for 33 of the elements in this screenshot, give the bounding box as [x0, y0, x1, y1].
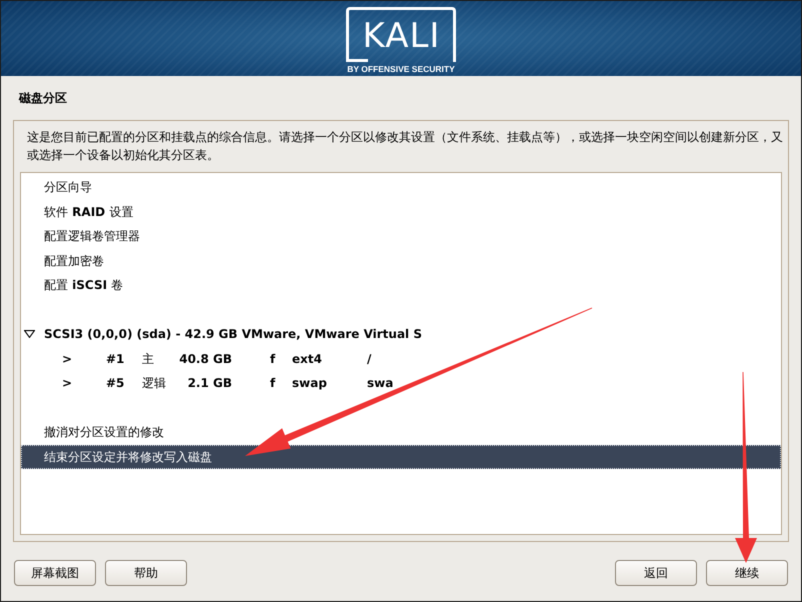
description-text: 这是您目前已配置的分区和挂载点的综合信息。请选择一个分区以修改其设置（文件系统、挂载点等），或选择一块空闲空间以创建新分区，又或选择一个设备以初始化其分区表。	[27, 129, 784, 164]
mount-point-label: swa	[367, 377, 394, 390]
list-item[interactable]: 软件 RAID 设置	[21, 200, 781, 224]
partition-type: 逻辑	[142, 376, 166, 390]
page-title: 磁盘分区	[19, 92, 67, 104]
list-item[interactable]: 配置 iSCSI 卷	[21, 273, 781, 298]
expand-marker: >	[62, 352, 72, 366]
logo-tagline: BY OFFENSIVE SECURITY	[347, 65, 455, 74]
partition-number: #1	[106, 352, 124, 366]
partition-size: 2.1 GB	[188, 376, 232, 390]
footer-button[interactable]: 屏幕截图	[14, 560, 96, 586]
device-row[interactable]: SCSI3 (0,0,0) (sda) - 42.9 GB VMware, VMware Virtual S	[21, 322, 781, 346]
partition-size: 40.8 GB	[179, 352, 232, 366]
footer-button[interactable]: 继续	[706, 560, 788, 586]
expand-marker: >	[62, 376, 72, 390]
partition-row[interactable]: > #1 主 40.8 GB f ext4 /	[21, 346, 781, 371]
footer-button[interactable]: 返回	[615, 560, 697, 586]
expander-triangle-icon[interactable]	[24, 330, 35, 338]
list-item[interactable]: 配置加密卷	[21, 248, 781, 273]
list-item[interactable]: 配置逻辑卷管理器	[21, 224, 781, 248]
list-item[interactable]: 分区向导	[21, 175, 781, 200]
list-item[interactable]: 撤消对分区设置的修改	[21, 420, 781, 444]
format-flag-label: f	[270, 376, 276, 390]
partition-row[interactable]: > #5 逻辑 2.1 GB f swap swa	[21, 371, 781, 396]
footer-button[interactable]: 帮助	[105, 560, 187, 586]
partition-number: #5	[106, 376, 124, 390]
format-flag-label: f	[270, 352, 276, 366]
filesystem-label: swap	[292, 376, 327, 390]
filesystem-label: ext4	[292, 352, 322, 366]
logo-wordmark: KALI	[362, 19, 440, 53]
mount-point-label: /	[367, 352, 372, 365]
partition-type: 主	[142, 352, 154, 366]
list-item[interactable]: 结束分区设定并将修改写入磁盘	[21, 444, 781, 469]
